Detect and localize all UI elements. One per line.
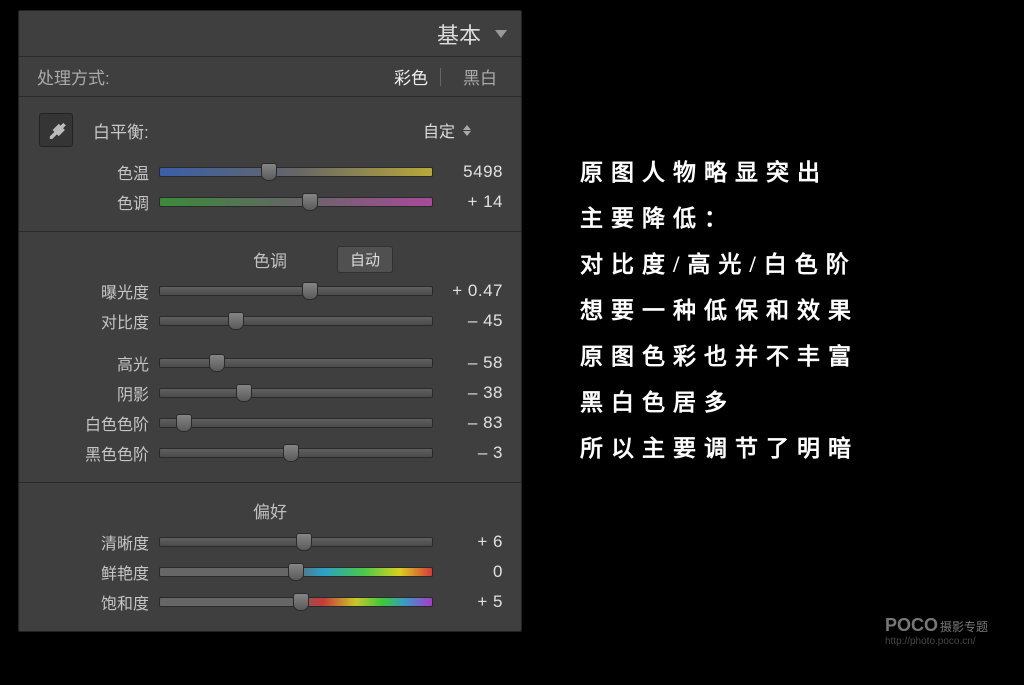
vibrance-label: 鲜艳度 [19,560,159,584]
watermark: POCO摄影专题 http://photo.poco.cn/ [885,615,988,647]
contrast-row: 对比度 – 45 [19,306,521,336]
saturation-row: 饱和度 + 5 [19,587,521,617]
shadows-label: 阴影 [19,381,159,405]
clarity-row: 清晰度 + 6 [19,527,521,557]
whites-value[interactable]: – 83 [443,413,503,433]
annotation-line-7: 所以主要调节了明暗 [580,426,1000,472]
annotation-line-6: 黑白色居多 [580,380,1000,426]
clarity-value[interactable]: + 6 [443,532,503,552]
treatment-bw[interactable]: 黑白 [457,64,503,89]
clarity-thumb[interactable] [296,533,312,551]
annotation-line-4: 想要一种低保和效果 [580,288,1000,334]
watermark-sub: 摄影专题 [940,620,988,634]
exposure-label: 曝光度 [19,279,159,303]
annotation-line-2: 主要降低： [580,196,1000,242]
watermark-brand: POCO [885,615,938,635]
panel-header[interactable]: 基本 [19,11,521,57]
highlights-slider[interactable] [159,358,433,368]
temp-thumb[interactable] [261,163,277,181]
annotation-text: 原图人物略显突出 主要降低： 对比度/高光/白色阶 想要一种低保和效果 原图色彩… [580,150,1000,472]
exposure-row: 曝光度 + 0.47 [19,276,521,306]
vibrance-row: 鲜艳度 0 [19,557,521,587]
annotation-line-3: 对比度/高光/白色阶 [580,242,1000,288]
blacks-row: 黑色色阶 – 3 [19,438,521,468]
temp-label: 色温 [19,160,159,184]
contrast-thumb[interactable] [228,312,244,330]
eyedropper-icon [45,119,67,141]
saturation-label: 饱和度 [19,590,159,614]
blacks-label: 黑色色阶 [19,441,159,465]
annotation-line-1: 原图人物略显突出 [580,150,1000,196]
saturation-thumb[interactable] [293,593,309,611]
presence-title: 偏好 [253,498,287,523]
wb-preset-select[interactable]: 自定 [423,118,471,142]
vibrance-value[interactable]: 0 [443,562,503,582]
saturation-value[interactable]: + 5 [443,592,503,612]
treatment-divider [440,68,441,86]
treatment-row: 处理方式: 彩色 黑白 [19,57,521,97]
highlights-value[interactable]: – 58 [443,353,503,373]
tone-title: 色调 [253,247,287,272]
temp-row: 色温 5498 [19,157,521,187]
highlights-label: 高光 [19,351,159,375]
tint-row: 色调 + 14 [19,187,521,217]
blacks-value[interactable]: – 3 [443,443,503,463]
tone-section: 色调 自动 曝光度 + 0.47 对比度 – 45 高光 – 58 阴影 [19,232,521,483]
blacks-slider[interactable] [159,448,433,458]
collapse-icon[interactable] [495,30,507,38]
tint-label: 色调 [19,190,159,214]
tint-value[interactable]: + 14 [443,192,503,212]
shadows-thumb[interactable] [236,384,252,402]
temp-slider[interactable] [159,167,433,177]
watermark-url: http://photo.poco.cn/ [885,636,988,647]
exposure-value[interactable]: + 0.47 [443,281,503,301]
shadows-row: 阴影 – 38 [19,378,521,408]
treatment-label: 处理方式: [37,64,110,89]
clarity-slider[interactable] [159,537,433,547]
shadows-slider[interactable] [159,388,433,398]
panel-title: 基本 [437,18,481,50]
basic-panel: 基本 处理方式: 彩色 黑白 白平衡: 自定 色温 [18,10,522,632]
tint-slider[interactable] [159,197,433,207]
whites-slider[interactable] [159,418,433,428]
whites-label: 白色色阶 [19,411,159,435]
shadows-value[interactable]: – 38 [443,383,503,403]
treatment-color[interactable]: 彩色 [388,64,434,89]
vibrance-slider[interactable] [159,567,433,577]
wb-section: 白平衡: 自定 色温 5498 色调 + 14 [19,97,521,232]
presence-section: 偏好 清晰度 + 6 鲜艳度 0 饱和度 + 5 [19,483,521,631]
wb-preset-value: 自定 [423,118,455,142]
saturation-slider[interactable] [159,597,433,607]
auto-tone-button[interactable]: 自动 [337,246,393,273]
whites-thumb[interactable] [176,414,192,432]
temp-value[interactable]: 5498 [443,162,503,182]
vibrance-thumb[interactable] [288,563,304,581]
contrast-value[interactable]: – 45 [443,311,503,331]
highlights-thumb[interactable] [209,354,225,372]
clarity-label: 清晰度 [19,530,159,554]
wb-label: 白平衡: [93,118,423,143]
eyedropper-tool[interactable] [39,113,73,147]
annotation-line-5: 原图色彩也并不丰富 [580,334,1000,380]
tint-thumb[interactable] [302,193,318,211]
whites-row: 白色色阶 – 83 [19,408,521,438]
contrast-slider[interactable] [159,316,433,326]
highlights-row: 高光 – 58 [19,348,521,378]
exposure-slider[interactable] [159,286,433,296]
blacks-thumb[interactable] [283,444,299,462]
select-arrows-icon [463,125,471,136]
exposure-thumb[interactable] [302,282,318,300]
contrast-label: 对比度 [19,309,159,333]
